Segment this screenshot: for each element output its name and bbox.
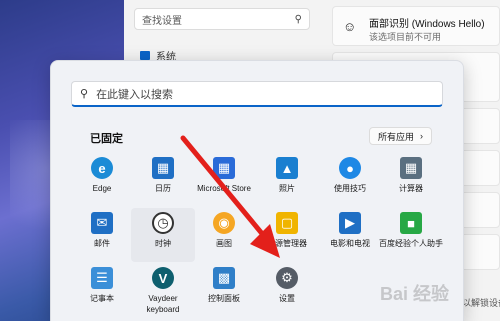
tips-icon: ●	[339, 157, 361, 179]
app-tile-calendar[interactable]: ▦ 日历	[131, 153, 195, 207]
app-label: 画图	[216, 239, 232, 248]
paint-icon: ◉	[213, 212, 235, 234]
start-search-input[interactable]: ⚲ 在此键入以搜索	[71, 81, 443, 107]
app-tile-calculator[interactable]: ▦ 计算器	[379, 153, 443, 207]
start-search-placeholder: 在此键入以搜索	[96, 88, 174, 101]
system-icon	[140, 51, 150, 60]
app-label: 邮件	[94, 239, 110, 248]
store-icon: ▦	[213, 157, 235, 179]
pinned-heading: 已固定	[90, 133, 123, 145]
movies-icon: ▶	[339, 212, 361, 234]
chevron-right-icon: ›	[420, 131, 424, 141]
app-label: 计算器	[399, 184, 423, 193]
vaydeer-icon: V	[152, 267, 174, 289]
app-tile-movies-tv[interactable]: ▶ 电影和电视	[318, 208, 382, 262]
app-tile-photos[interactable]: ▲ 照片	[255, 153, 319, 207]
face-recognition-card[interactable]: ☺ 面部识别 (Windows Hello) 该选项目前不可用	[332, 6, 500, 46]
card-subtitle: 该选项目前不可用	[369, 32, 442, 42]
app-tile-settings[interactable]: ⚙ 设置	[255, 263, 319, 317]
app-label: 控制面板	[208, 294, 240, 303]
calendar-icon: ▦	[152, 157, 174, 179]
app-tile-tips[interactable]: ● 使用技巧	[318, 153, 382, 207]
all-apps-button[interactable]: 所有应用 ›	[369, 127, 433, 145]
card-title: 面部识别 (Windows Hello)	[369, 19, 485, 30]
app-tile-notepad[interactable]: ☰ 记事本	[70, 263, 134, 317]
app-tile-mail[interactable]: ✉ 邮件	[70, 208, 134, 262]
app-tile-paint[interactable]: ◉ 画图	[192, 208, 256, 262]
app-label: Vaydeer keyboard	[146, 294, 180, 314]
watermark: Bai 经验	[380, 284, 450, 304]
app-tile-store[interactable]: ▦ Microsoft Store	[192, 153, 256, 207]
settings-search-placeholder: 查找设置	[142, 15, 182, 27]
gear-icon: ⚙	[276, 267, 298, 289]
app-tile-control-panel[interactable]: ▩ 控制面板	[192, 263, 256, 317]
app-tile-file-explorer[interactable]: ▢ 资源管理器	[255, 208, 319, 262]
calculator-icon: ▦	[400, 157, 422, 179]
control-panel-icon: ▩	[213, 267, 235, 289]
app-label: 设置	[279, 294, 295, 303]
app-label: Edge	[92, 184, 112, 193]
app-tile-vaydeer[interactable]: V Vaydeer keyboard	[131, 263, 195, 321]
app-label: 电影和电视	[330, 239, 370, 248]
clock-icon: ◷	[152, 212, 174, 234]
app-label: 使用技巧	[334, 184, 366, 193]
app-tile-clock[interactable]: ◷ 时钟	[131, 208, 195, 262]
baidu-icon: ■	[400, 212, 422, 234]
search-icon: ⚲	[80, 88, 89, 100]
edge-icon: e	[91, 157, 113, 179]
app-label: 照片	[279, 184, 295, 193]
app-label: 资源管理器	[267, 239, 307, 248]
search-icon: ⚲	[294, 13, 302, 25]
app-label: 时钟	[155, 239, 171, 248]
smiley-face-icon: ☺	[343, 19, 357, 34]
app-tile-edge[interactable]: e Edge	[70, 153, 134, 207]
mail-icon: ✉	[91, 212, 113, 234]
app-tile-baidu[interactable]: ■ 百度经验个人助手	[379, 208, 443, 262]
settings-card-text: 以解锁设备	[462, 298, 500, 308]
all-apps-label: 所有应用	[378, 131, 415, 142]
photos-icon: ▲	[276, 157, 298, 179]
folder-icon: ▢	[276, 212, 298, 234]
settings-search-input[interactable]: 查找设置 ⚲	[134, 8, 310, 30]
app-label: 日历	[155, 184, 171, 193]
app-label: 百度经验个人助手	[379, 239, 443, 248]
notepad-icon: ☰	[91, 267, 113, 289]
app-label: 记事本	[90, 294, 114, 303]
app-label: Microsoft Store	[197, 184, 251, 193]
